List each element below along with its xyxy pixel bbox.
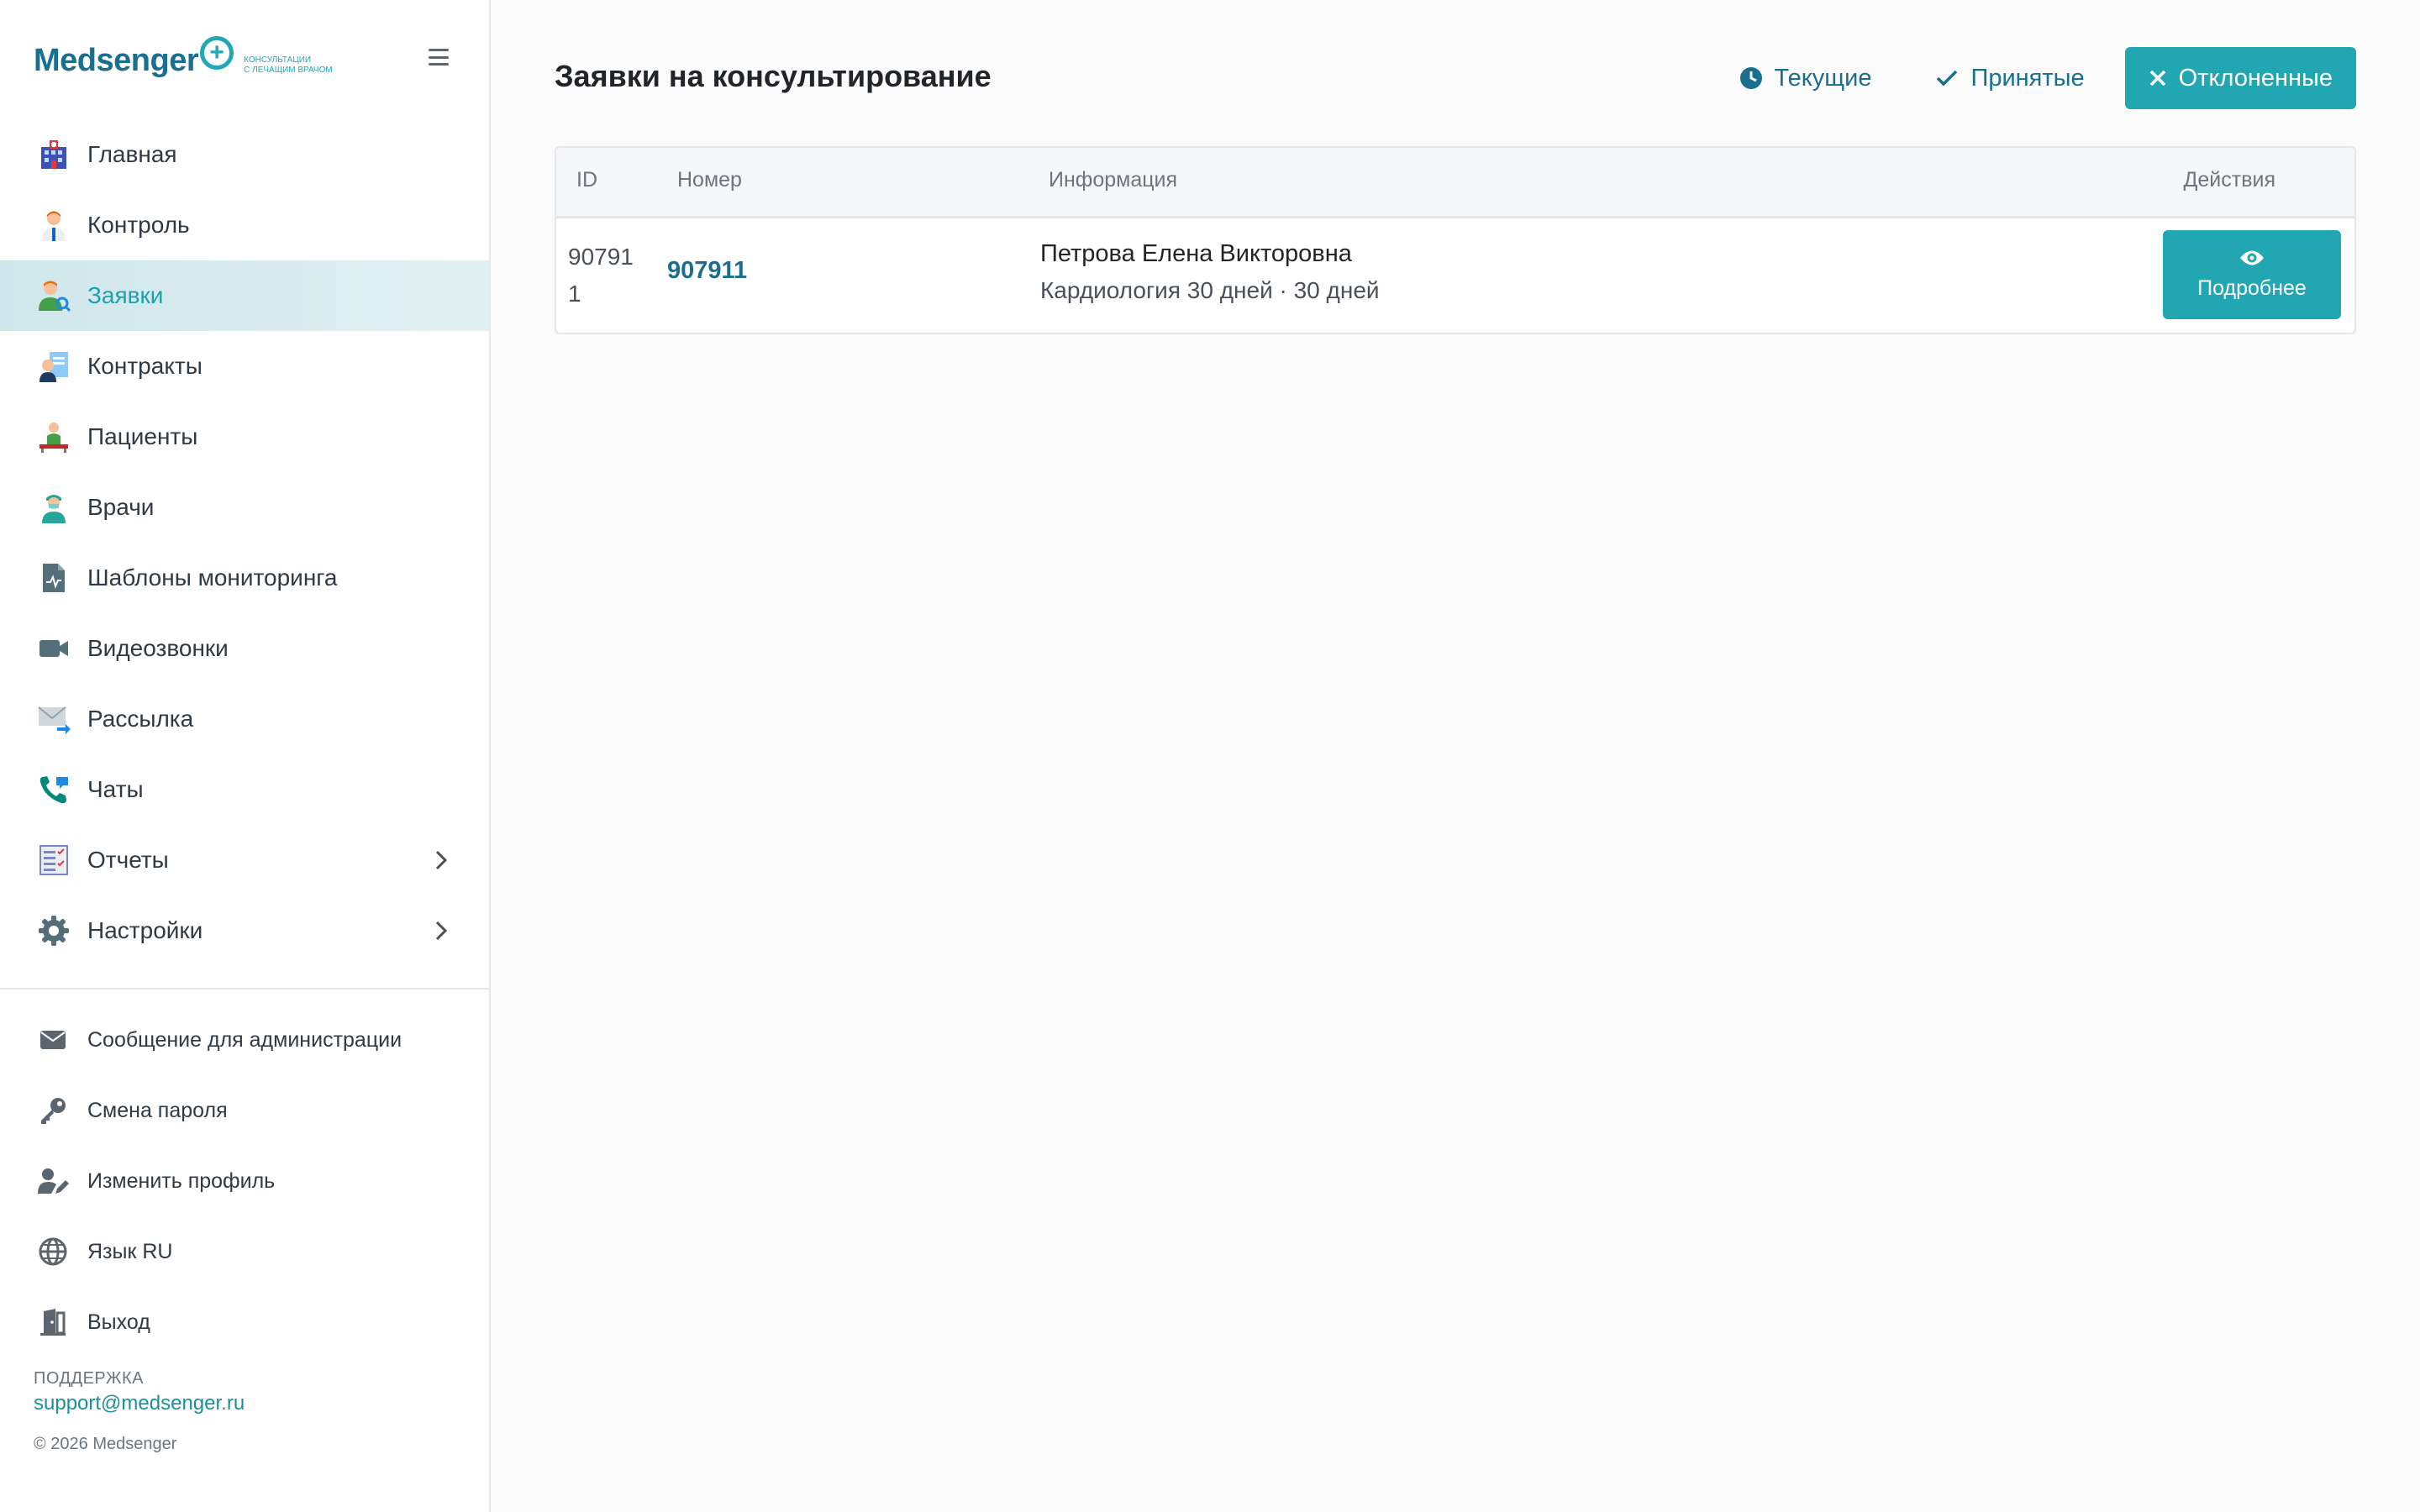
video-icon [37,632,71,665]
app-root: Medsenger + консультации с лечащим врачо… [0,0,2420,1512]
sidebar-item-mailing[interactable]: Рассылка [0,684,489,754]
sidebar-account-nav: Сообщение для администрации Смена пароля… [0,1005,489,1357]
contract-icon [37,349,71,383]
sidebar-item-language[interactable]: Язык RU [0,1216,489,1287]
sidebar-item-label: Изменить профиль [87,1168,276,1193]
hospital-icon [37,138,71,171]
check-icon [1935,68,1959,88]
sidebar-item-templates[interactable]: Шаблоны мониторинга [0,543,489,613]
sidebar-item-label: Язык RU [87,1239,173,1263]
logo-plus-icon: + [200,36,234,70]
eye-icon [2239,249,2265,271]
sidebar-item-label: Видеозвонки [87,635,229,661]
support-email-link[interactable]: support@medsenger.ru [34,1392,245,1415]
filter-label: Текущие [1774,64,1872,92]
sidebar-item-control[interactable]: Контроль [0,190,489,260]
chevron-right-icon [435,850,448,874]
sidebar-item-patients[interactable]: Пациенты [0,402,489,472]
filter-accepted-button[interactable]: Принятые [1912,47,2107,109]
sidebar-item-label: Контроль [87,212,190,238]
requests-table: ID Номер Информация Действия 907911 9079… [555,146,2356,334]
doctor-icon [37,208,71,242]
phone-chat-icon [37,773,71,806]
sidebar: Medsenger + консультации с лечащим врачо… [0,0,491,1512]
sidebar-item-label: Отчеты [87,847,169,873]
sidebar-item-main[interactable]: Главная [0,119,489,190]
mail-send-icon [37,702,71,736]
sidebar-divider [0,988,489,990]
details-button-label: Подробнее [2197,276,2307,300]
sidebar-item-settings[interactable]: Настройки [0,895,489,966]
sidebar-item-doctors[interactable]: Врачи [0,472,489,543]
logo-tagline-line-2: с лечащим врачом [244,66,333,75]
sidebar-item-video-calls[interactable]: Видеозвонки [0,613,489,684]
filter-current-button[interactable]: Текущие [1716,47,1896,109]
sidebar-item-label: Шаблоны мониторинга [87,564,338,591]
template-icon [37,561,71,595]
sidebar-item-edit-profile[interactable]: Изменить профиль [0,1146,489,1216]
main-content: Заявки на консультирование Текущие Приня… [491,0,2420,1512]
menu-toggle-icon[interactable] [429,49,449,66]
envelope-icon [37,1024,69,1056]
sidebar-item-admin-message[interactable]: Сообщение для администрации [0,1005,489,1075]
close-icon [2149,69,2167,87]
sidebar-item-label: Главная [87,141,177,167]
column-header-info: Информация [1049,168,1178,192]
clock-icon [1739,66,1763,90]
sidebar-item-label: Выход [87,1310,150,1334]
sidebar-item-requests[interactable]: Заявки [0,260,489,331]
copyright: © 2026 Medsenger [34,1435,177,1453]
sidebar-item-label: Контракты [87,353,203,379]
key-icon [37,1095,69,1126]
sidebar-item-contracts[interactable]: Контракты [0,331,489,402]
globe-icon [37,1236,69,1268]
table-header: ID Номер Информация Действия [556,148,2354,218]
sidebar-nav: Главная Контроль Заявки Контракты Пациен… [0,119,489,966]
logo[interactable]: Medsenger + консультации с лечащим врачо… [34,35,457,86]
sidebar-item-label: Чаты [87,776,144,802]
chevron-right-icon [435,921,448,945]
details-button[interactable]: Подробнее [2163,230,2341,319]
page-title: Заявки на консультирование [555,59,992,93]
report-icon [37,843,71,877]
support-title: ПОДДЕРЖКА [34,1369,144,1388]
logo-wordmark: Medsenger [34,42,199,78]
column-header-id: ID [576,168,597,192]
user-search-icon [37,279,71,312]
user-edit-icon [37,1165,69,1197]
physician-icon [37,491,71,524]
filter-label: Принятые [1970,64,2085,92]
sidebar-item-label: Заявки [87,282,164,308]
sidebar-item-logout[interactable]: Выход [0,1287,489,1357]
sidebar-item-reports[interactable]: Отчеты [0,825,489,895]
sidebar-item-label: Сообщение для администрации [87,1027,402,1052]
cell-contract-details: Кардиология 30 дней · 30 дней [1040,277,1380,303]
sidebar-item-label: Рассылка [87,706,194,732]
column-header-actions: Действия [2183,168,2275,192]
filter-rejected-button[interactable]: Отклоненные [2124,47,2356,109]
column-header-number: Номер [677,168,742,192]
sidebar-item-label: Настройки [87,917,203,943]
sidebar-item-label: Врачи [87,494,155,520]
sidebar-item-change-password[interactable]: Смена пароля [0,1075,489,1146]
filter-label: Отклоненные [2178,64,2333,92]
gear-icon [37,914,71,948]
status-filters: Текущие Принятые Отклоненные [1699,47,2356,109]
cell-patient-name: Петрова Елена Викторовна [1040,240,1352,267]
logo-tagline: консультации с лечащим врачом [244,55,333,76]
logo-tagline-line-1: консультации [244,55,312,65]
sidebar-item-chats[interactable]: Чаты [0,754,489,825]
sidebar-item-label: Пациенты [87,423,198,449]
support-block: ПОДДЕРЖКА support@medsenger.ru [34,1369,245,1415]
table-row: 907911 907911 Петрова Елена Викторовна К… [556,218,2354,333]
cell-number-link[interactable]: 907911 [667,257,747,285]
door-exit-icon [37,1306,69,1338]
cell-id: 907911 [568,244,634,307]
sidebar-item-label: Смена пароля [87,1098,228,1122]
patient-icon [37,420,71,454]
